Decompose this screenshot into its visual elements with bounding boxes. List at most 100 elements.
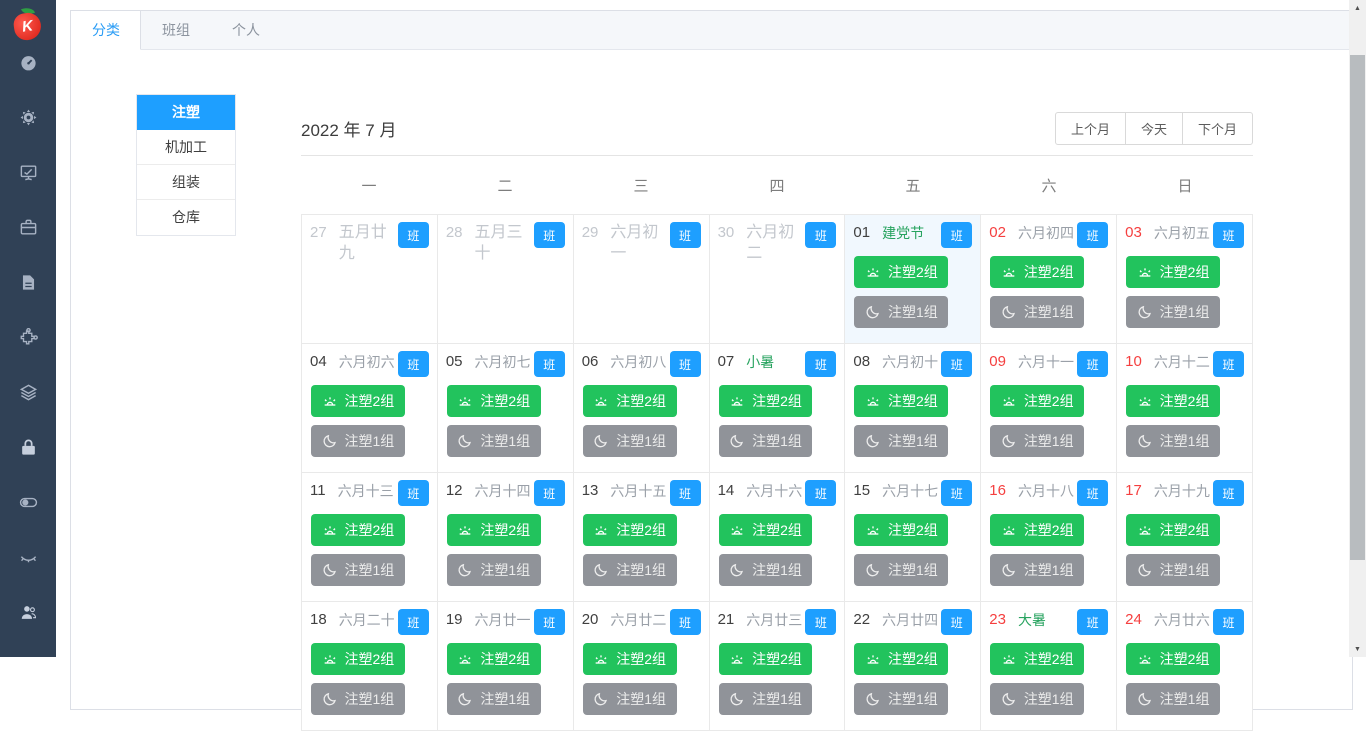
night-shift-button[interactable]: 注塑1组 [1126, 683, 1220, 715]
shift-badge[interactable]: 班 [669, 351, 701, 377]
shift-badge[interactable]: 班 [805, 351, 837, 377]
shift-badge[interactable]: 班 [1213, 351, 1244, 377]
night-shift-button[interactable]: 注塑1组 [311, 425, 405, 457]
night-shift-button[interactable]: 注塑1组 [582, 425, 677, 457]
calendar-day-cell[interactable]: 15 六月十七 班 注塑2组 注塑1组 [845, 473, 982, 602]
shift-badge[interactable]: 班 [533, 351, 565, 377]
day-shift-button[interactable]: 注塑2组 [1126, 256, 1220, 288]
calendar-day-cell[interactable]: 28 五月三十 班 [437, 215, 574, 344]
calendar-day-cell[interactable]: 07 小暑 班 注塑2组 注塑1组 [709, 344, 846, 473]
shift-badge[interactable]: 班 [669, 480, 701, 506]
category-item-warehouse[interactable]: 仓库 [137, 200, 235, 235]
day-shift-button[interactable]: 注塑2组 [582, 643, 677, 675]
day-shift-button[interactable]: 注塑2组 [718, 643, 813, 675]
day-shift-button[interactable]: 注塑2组 [718, 385, 813, 417]
shift-badge[interactable]: 班 [397, 351, 429, 377]
calendar-day-cell[interactable]: 12 六月十四 班 注塑2组 注塑1组 [437, 473, 574, 602]
night-shift-button[interactable]: 注塑1组 [854, 296, 949, 328]
day-shift-button[interactable]: 注塑2组 [718, 514, 813, 546]
shift-badge[interactable]: 班 [941, 609, 973, 635]
day-shift-button[interactable]: 注塑2组 [854, 385, 949, 417]
day-shift-button[interactable]: 注塑2组 [854, 256, 949, 288]
puzzle-icon[interactable] [18, 327, 38, 347]
shift-badge[interactable]: 班 [669, 222, 701, 248]
night-shift-button[interactable]: 注塑1组 [311, 683, 405, 715]
day-shift-button[interactable]: 注塑2组 [1126, 385, 1220, 417]
calendar-day-cell[interactable]: 21 六月廿三 班 注塑2组 注塑1组 [709, 602, 846, 731]
today-button[interactable]: 今天 [1124, 112, 1183, 145]
night-shift-button[interactable]: 注塑1组 [854, 683, 949, 715]
shift-badge[interactable]: 班 [941, 480, 973, 506]
shift-badge[interactable]: 班 [1077, 609, 1109, 635]
day-shift-button[interactable]: 注塑2组 [311, 385, 405, 417]
night-shift-button[interactable]: 注塑1组 [1126, 425, 1220, 457]
shift-badge[interactable]: 班 [669, 609, 701, 635]
prev-month-button[interactable]: 上个月 [1054, 112, 1126, 145]
calendar-day-cell[interactable]: 03 六月初五 班 注塑2组 注塑1组 [1117, 215, 1253, 344]
day-shift-button[interactable]: 注塑2组 [446, 385, 541, 417]
night-shift-button[interactable]: 注塑1组 [446, 554, 541, 586]
shift-badge[interactable]: 班 [805, 609, 837, 635]
calendar-day-cell[interactable]: 02 六月初四 班 注塑2组 注塑1组 [981, 215, 1118, 344]
calendar-day-cell[interactable]: 01 建党节 班 注塑2组 注塑1组 [845, 215, 982, 344]
night-shift-button[interactable]: 注塑1组 [582, 683, 677, 715]
day-shift-button[interactable]: 注塑2组 [990, 514, 1085, 546]
scroll-up-icon[interactable]: ▲ [1349, 0, 1366, 16]
night-shift-button[interactable]: 注塑1组 [718, 425, 813, 457]
calendar-day-cell[interactable]: 23 大暑 班 注塑2组 注塑1组 [981, 602, 1118, 731]
category-item-machining[interactable]: 机加工 [137, 130, 235, 165]
calendar-day-cell[interactable]: 20 六月廿二 班 注塑2组 注塑1组 [573, 602, 710, 731]
vertical-scrollbar[interactable]: ▲ ▼ [1349, 0, 1366, 657]
night-shift-button[interactable]: 注塑1组 [718, 683, 813, 715]
calendar-day-cell[interactable]: 30 六月初二 班 [709, 215, 846, 344]
calendar-day-cell[interactable]: 13 六月十五 班 注塑2组 注塑1组 [573, 473, 710, 602]
app-logo[interactable]: K [10, 5, 46, 42]
layers-icon[interactable] [18, 382, 38, 402]
shift-badge[interactable]: 班 [941, 222, 973, 248]
calendar-day-cell[interactable]: 08 六月初十 班 注塑2组 注塑1组 [845, 344, 982, 473]
day-shift-button[interactable]: 注塑2组 [311, 514, 405, 546]
calendar-day-cell[interactable]: 14 六月十六 班 注塑2组 注塑1组 [709, 473, 846, 602]
shift-badge[interactable]: 班 [533, 480, 565, 506]
night-shift-button[interactable]: 注塑1组 [718, 554, 813, 586]
calendar-day-cell[interactable]: 24 六月廿六 班 注塑2组 注塑1组 [1117, 602, 1253, 731]
night-shift-button[interactable]: 注塑1组 [990, 554, 1085, 586]
night-shift-button[interactable]: 注塑1组 [1126, 554, 1220, 586]
calendar-day-cell[interactable]: 10 六月十二 班 注塑2组 注塑1组 [1117, 344, 1253, 473]
calendar-day-cell[interactable]: 17 六月十九 班 注塑2组 注塑1组 [1117, 473, 1253, 602]
calendar-day-cell[interactable]: 27 五月廿九 班 [302, 215, 438, 344]
calendar-day-cell[interactable]: 19 六月廿一 班 注塑2组 注塑1组 [437, 602, 574, 731]
day-shift-button[interactable]: 注塑2组 [990, 385, 1085, 417]
night-shift-button[interactable]: 注塑1组 [1126, 296, 1220, 328]
calendar-day-cell[interactable]: 16 六月十八 班 注塑2组 注塑1组 [981, 473, 1118, 602]
night-shift-button[interactable]: 注塑1组 [990, 296, 1085, 328]
dashboard-icon[interactable] [18, 52, 38, 72]
day-shift-button[interactable]: 注塑2组 [1126, 514, 1220, 546]
shift-badge[interactable]: 班 [533, 222, 565, 248]
next-month-button[interactable]: 下个月 [1181, 112, 1253, 145]
calendar-day-cell[interactable]: 18 六月二十 班 注塑2组 注塑1组 [302, 602, 438, 731]
day-shift-button[interactable]: 注塑2组 [1126, 643, 1220, 675]
night-shift-button[interactable]: 注塑1组 [990, 425, 1085, 457]
day-shift-button[interactable]: 注塑2组 [854, 643, 949, 675]
day-shift-button[interactable]: 注塑2组 [990, 643, 1085, 675]
tab-team[interactable]: 班组 [141, 11, 211, 49]
shift-badge[interactable]: 班 [533, 609, 565, 635]
document-icon[interactable] [18, 272, 38, 292]
shift-badge[interactable]: 班 [805, 222, 837, 248]
shift-badge[interactable]: 班 [1213, 480, 1244, 506]
day-shift-button[interactable]: 注塑2组 [582, 514, 677, 546]
night-shift-button[interactable]: 注塑1组 [854, 554, 949, 586]
calendar-day-cell[interactable]: 05 六月初七 班 注塑2组 注塑1组 [437, 344, 574, 473]
tab-category[interactable]: 分类 [71, 11, 141, 50]
calendar-day-cell[interactable]: 22 六月廿四 班 注塑2组 注塑1组 [845, 602, 982, 731]
calendar-day-cell[interactable]: 11 六月十三 班 注塑2组 注塑1组 [302, 473, 438, 602]
calendar-day-cell[interactable]: 29 六月初一 班 [573, 215, 710, 344]
gear-icon[interactable] [18, 107, 38, 127]
day-shift-button[interactable]: 注塑2组 [446, 643, 541, 675]
night-shift-button[interactable]: 注塑1组 [446, 683, 541, 715]
shift-badge[interactable]: 班 [1213, 609, 1244, 635]
day-shift-button[interactable]: 注塑2组 [311, 643, 405, 675]
shift-badge[interactable]: 班 [1077, 351, 1109, 377]
chart-board-icon[interactable] [18, 162, 38, 182]
